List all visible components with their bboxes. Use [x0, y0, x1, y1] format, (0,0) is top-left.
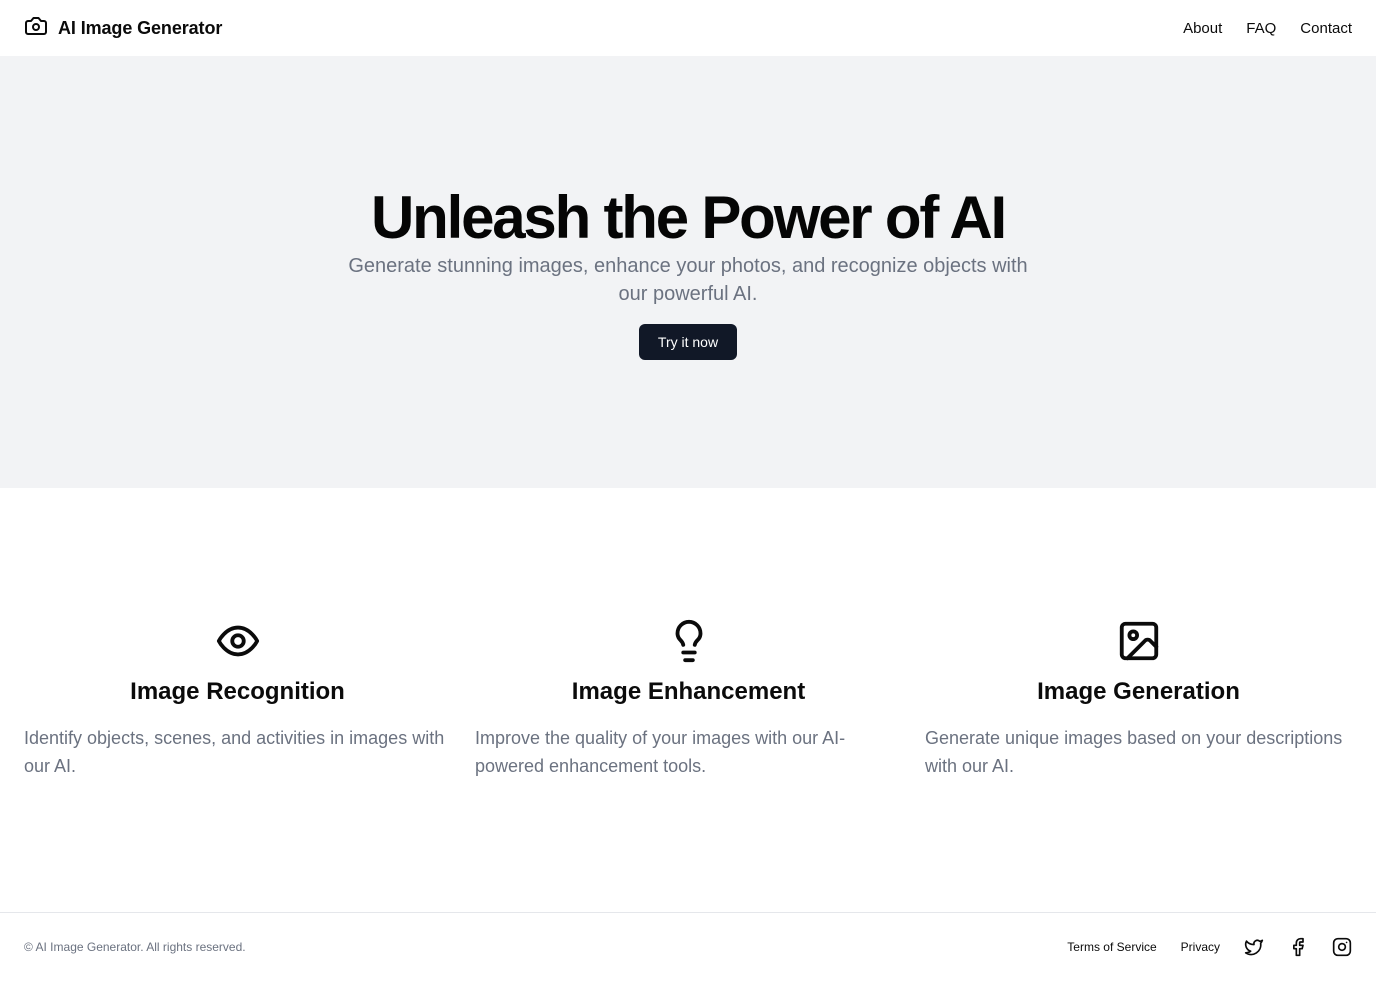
brand-title: AI Image Generator — [58, 17, 223, 38]
try-it-now-button[interactable]: Try it now — [639, 324, 737, 360]
camera-icon — [24, 14, 48, 43]
footer-links: Terms of Service Privacy — [1067, 937, 1352, 957]
instagram-icon[interactable] — [1332, 937, 1352, 957]
copyright-text: © AI Image Generator. All rights reserve… — [24, 940, 246, 954]
brand-link[interactable]: AI Image Generator — [24, 14, 222, 43]
site-footer: © AI Image Generator. All rights reserve… — [0, 912, 1376, 981]
feature-description: Identify objects, scenes, and activities… — [24, 728, 445, 776]
hero-title: Unleash the Power of AI — [371, 184, 1007, 251]
lightbulb-icon — [666, 618, 712, 664]
main-nav: About FAQ Contact — [1183, 20, 1352, 37]
feature-card-enhancement: Image Enhancement Improve the quality of… — [475, 618, 902, 780]
hero-subtitle: Generate stunning images, enhance your p… — [348, 255, 1028, 305]
eye-icon — [215, 618, 261, 664]
feature-card-generation: Image Generation Generate unique images … — [925, 618, 1352, 780]
nav-link-about[interactable]: About — [1183, 20, 1222, 37]
feature-description: Improve the quality of your images with … — [475, 728, 846, 776]
twitter-icon[interactable] — [1244, 937, 1264, 957]
hero-section: Unleash the Power of AI Generate stunnin… — [0, 56, 1376, 488]
image-icon — [1116, 618, 1162, 664]
features-section: Image Recognition Identify objects, scen… — [0, 488, 1376, 912]
facebook-icon[interactable] — [1288, 937, 1308, 957]
terms-of-service-link[interactable]: Terms of Service — [1067, 940, 1156, 954]
feature-card-recognition: Image Recognition Identify objects, scen… — [24, 618, 451, 780]
feature-title: Image Recognition — [130, 678, 345, 705]
feature-title: Image Enhancement — [571, 678, 806, 705]
feature-description: Generate unique images based on your des… — [925, 728, 1343, 776]
feature-title: Image Generation — [1037, 678, 1240, 705]
nav-link-faq[interactable]: FAQ — [1246, 20, 1276, 37]
nav-link-contact[interactable]: Contact — [1300, 20, 1352, 37]
privacy-link[interactable]: Privacy — [1181, 940, 1220, 954]
site-header: AI Image Generator About FAQ Contact — [0, 0, 1376, 56]
